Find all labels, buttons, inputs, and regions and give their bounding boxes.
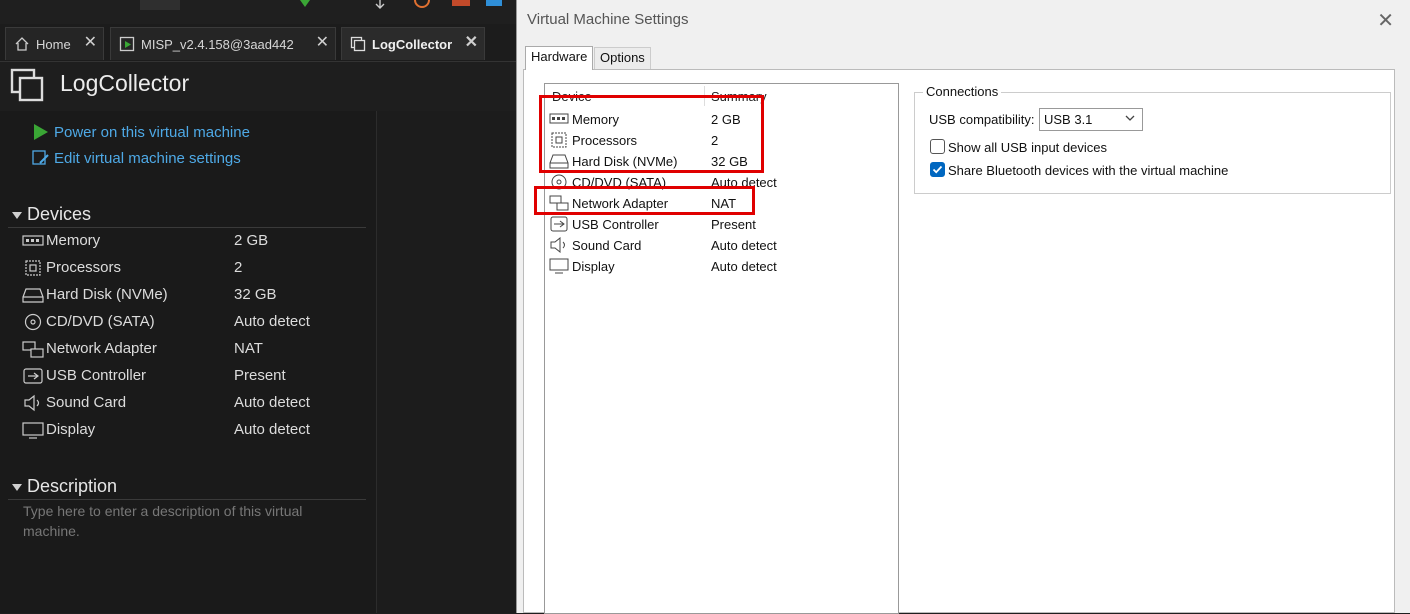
device-value: Present (234, 367, 286, 384)
tab-hardware[interactable]: Hardware (525, 46, 594, 70)
edit-settings-icon[interactable] (32, 149, 50, 167)
device-name: Sound Card (572, 238, 642, 253)
device-name: Sound Card (46, 394, 127, 411)
divider (8, 227, 366, 228)
home-icon (15, 37, 29, 51)
device-name: Memory (46, 232, 101, 249)
usb-compat-label: USB compatibility: (929, 112, 1035, 127)
device-row-cd-dvd[interactable]: CD/DVD (SATA) Auto detect (22, 311, 362, 335)
tab-options[interactable]: Options (594, 47, 651, 69)
cd-dvd-icon (24, 313, 42, 331)
speaker-icon (24, 394, 40, 412)
device-value: NAT (234, 340, 263, 357)
toolbar-segment (140, 0, 180, 10)
vm-running-icon (119, 36, 135, 52)
play-icon[interactable] (298, 0, 312, 8)
highlight-box (534, 186, 755, 215)
device-value: Auto detect (234, 394, 310, 411)
device-value: Auto detect (234, 313, 310, 330)
divider (8, 499, 366, 500)
device-row-usb[interactable]: USB Controller Present (22, 365, 362, 389)
highlight-box (539, 95, 764, 173)
device-name: CD/DVD (SATA) (46, 313, 155, 330)
speaker-icon (550, 237, 565, 253)
power-on-link[interactable]: Power on this virtual machine (54, 124, 250, 141)
vm-side-panel: Power on this virtual machine Edit virtu… (0, 111, 377, 613)
dialog-title: Virtual Machine Settings (527, 11, 689, 28)
close-icon[interactable]: ✕ (465, 35, 478, 51)
device-row-hard-disk[interactable]: Hard Disk (NVMe) 32 GB (22, 284, 362, 308)
snapshot-manager-icon[interactable] (486, 0, 502, 6)
vm-console-area (377, 111, 516, 613)
show-all-usb-label[interactable]: Show all USB input devices (948, 140, 1107, 155)
devices-section-header[interactable]: Devices (12, 204, 91, 225)
monitor-icon (549, 258, 569, 274)
device-name: Display (46, 421, 96, 438)
connections-title: Connections (923, 84, 1002, 99)
memory-icon (22, 235, 44, 246)
share-bluetooth-label[interactable]: Share Bluetooth devices with the virtual… (948, 163, 1228, 178)
description-textarea[interactable]: Type here to enter a description of this… (23, 501, 343, 541)
device-name: Processors (46, 259, 122, 276)
tab-home[interactable]: Home ✕ (5, 27, 104, 60)
device-name: USB Controller (572, 217, 659, 232)
device-value: 32 GB (234, 286, 277, 303)
collapse-triangle-icon (12, 211, 22, 219)
collapse-triangle-icon (12, 483, 22, 491)
usb-icon (550, 216, 568, 232)
device-value: 2 (234, 259, 243, 276)
usb-compat-select[interactable]: USB 3.1 (1039, 108, 1143, 131)
processor-icon (25, 260, 41, 276)
tab-label: LogCollector (372, 36, 453, 52)
tab-label: Home (36, 36, 71, 52)
device-row-network[interactable]: Network Adapter NAT (22, 338, 362, 362)
arrow-down-icon[interactable] (373, 0, 387, 9)
vm-settings-dialog: Virtual Machine Settings ✕ Hardware Opti… (516, 0, 1410, 614)
vm-title: LogCollector (60, 70, 190, 96)
vm-icon (10, 68, 44, 102)
share-bluetooth-checkbox[interactable] (930, 162, 945, 177)
device-summary: Auto detect (711, 238, 777, 253)
list-row-sound[interactable]: Sound Card Auto detect (549, 235, 889, 256)
usb-icon (23, 368, 43, 384)
device-row-processors[interactable]: Processors 2 (22, 257, 362, 281)
snapshot-icon[interactable] (413, 0, 431, 9)
usb-compat-value: USB 3.1 (1044, 112, 1093, 127)
checkmark-icon (932, 165, 943, 174)
close-icon[interactable]: ✕ (84, 35, 97, 51)
hardware-panel: Device Summary Memory 2 GB Processors 2 … (523, 69, 1395, 614)
top-toolbar (0, 0, 516, 24)
show-all-usb-checkbox[interactable] (930, 139, 945, 154)
close-icon[interactable]: ✕ (1377, 8, 1394, 33)
device-value: 2 GB (234, 232, 269, 249)
edit-settings-link[interactable]: Edit virtual machine settings (54, 150, 241, 167)
list-row-usb[interactable]: USB Controller Present (549, 214, 889, 235)
tab-strip: Home ✕ MISP_v2.4.158@3aad442 ✕ LogCollec… (0, 24, 516, 62)
close-icon[interactable]: ✕ (316, 35, 329, 51)
device-row-memory[interactable]: Memory 2 GB (22, 230, 362, 254)
device-name: Hard Disk (NVMe) (46, 286, 168, 303)
device-name: Network Adapter (46, 340, 157, 357)
device-row-display[interactable]: Display Auto detect (22, 419, 362, 443)
device-name: USB Controller (46, 367, 147, 384)
device-name: Display (572, 259, 615, 274)
chevron-down-icon (1125, 115, 1135, 121)
device-value: Auto detect (234, 421, 310, 438)
device-summary: Auto detect (711, 259, 777, 274)
vm-icon (350, 36, 366, 52)
monitor-icon (22, 422, 44, 439)
list-row-display[interactable]: Display Auto detect (549, 256, 889, 277)
description-heading: Description (27, 476, 118, 496)
power-on-icon[interactable] (33, 124, 49, 140)
device-row-sound[interactable]: Sound Card Auto detect (22, 392, 362, 416)
revert-icon[interactable] (452, 0, 470, 6)
tab-misp[interactable]: MISP_v2.4.158@3aad442 ✕ (110, 27, 336, 60)
description-section-header[interactable]: Description (12, 476, 117, 497)
network-icon (22, 341, 44, 358)
devices-heading: Devices (27, 204, 92, 224)
tab-logcollector[interactable]: LogCollector ✕ (341, 27, 485, 60)
tab-label: MISP_v2.4.158@3aad442 (141, 36, 294, 52)
hard-disk-icon (22, 288, 44, 303)
device-summary: Present (711, 217, 756, 232)
